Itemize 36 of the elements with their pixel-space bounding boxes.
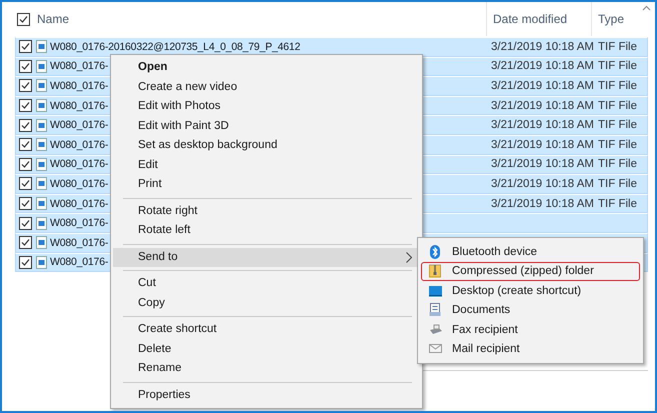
file-name: W080_0176- <box>50 119 108 132</box>
date-modified: 3/21/2019 10:18 AM <box>491 178 595 190</box>
file-type: TIF File <box>598 119 638 132</box>
file-name: W080_0176- <box>50 217 108 230</box>
file-type: TIF File <box>598 138 638 151</box>
file-type: TIF File <box>598 178 638 190</box>
menu-item-label: Fax recipient <box>452 324 518 336</box>
file-type: TIF File <box>598 40 638 53</box>
file-name: W080_0176- <box>50 256 108 268</box>
date-modified: 3/21/2019 10:18 AM <box>491 138 595 151</box>
menu-item-label: Desktop (create shortcut) <box>452 284 582 297</box>
menu-item-label: Documents <box>452 304 510 316</box>
file-name: W080_0176- <box>50 158 108 170</box>
menu-item-label: Bluetooth device <box>452 246 538 258</box>
file-type: TIF File <box>598 198 638 210</box>
menu-item-label: Compressed (zipped) folder <box>452 265 594 278</box>
file-name: W080_0176- <box>50 138 108 151</box>
date-modified: 3/21/2019 10:18 AM <box>491 119 595 132</box>
date-modified: 3/21/2019 10:18 AM <box>491 80 595 92</box>
file-type: TIF File <box>598 158 638 170</box>
file-name: W080_0176- <box>50 178 108 190</box>
file-type: TIF File <box>598 80 638 92</box>
menu-item-label: Mail recipient <box>452 343 520 356</box>
file-name: W080_0176- <box>50 80 108 92</box>
file-name: W080_0176-20160322@120735_L4_0_08_79_P_4612 <box>50 40 300 53</box>
date-modified: 3/21/2019 10:18 AM <box>491 40 595 53</box>
date-modified: 3/21/2019 10:18 AM <box>491 100 595 112</box>
file-name: W080_0176- <box>50 236 108 249</box>
date-modified: 3/21/2019 10:18 AM <box>491 198 595 210</box>
date-modified: 3/21/2019 10:18 AM <box>491 158 595 170</box>
file-name: W080_0176- <box>50 60 108 72</box>
date-modified: 3/21/2019 10:18 AM <box>491 60 595 72</box>
file-name: W080_0176- <box>50 198 108 210</box>
file-type: TIF File <box>598 100 638 112</box>
file-type: TIF File <box>598 60 638 72</box>
file-name: W080_0176- <box>50 100 108 112</box>
